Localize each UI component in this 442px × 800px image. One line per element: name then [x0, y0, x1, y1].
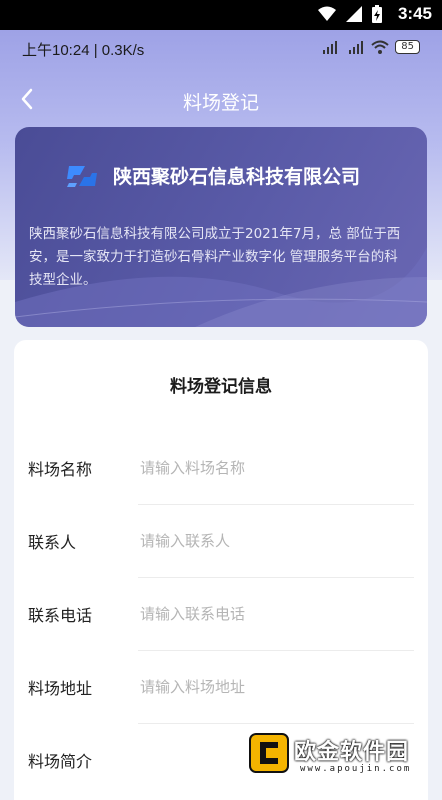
field-label-address: 料场地址 [28, 679, 93, 698]
company-description: 陕西聚砂石信息科技有限公司成立于2021年7月，总 部位于西安，是一家致力于打造… [29, 226, 401, 288]
field-label-intro: 料场简介 [28, 752, 93, 771]
field-row-name: 料场名称 [28, 432, 414, 504]
name-input[interactable] [138, 458, 414, 478]
company-name: 陕西聚砂石信息科技有限公司 [113, 166, 361, 188]
page-title: 料场登记 [182, 92, 259, 114]
field-label-phone: 联系电话 [28, 606, 93, 625]
watermark-logo-icon [249, 733, 289, 773]
hd-signal-icon-2 [349, 41, 364, 54]
signal-icon [346, 6, 362, 22]
field-label-name: 料场名称 [28, 460, 93, 479]
form-title: 料场登记信息 [170, 377, 272, 397]
company-header: 陕西聚砂石信息科技有限公司 [65, 162, 360, 189]
battery-level: 85 [395, 40, 420, 54]
phone-input[interactable] [138, 604, 414, 624]
watermark: 欧金软件园 www.apoujin.com [248, 728, 438, 782]
company-logo-icon [67, 165, 97, 187]
field-row-contact: 联系人 [28, 505, 414, 577]
app-status-icons: 85 [319, 40, 420, 54]
wifi-icon [371, 40, 389, 54]
nav-bar: 料场登记 [0, 80, 442, 120]
field-label-contact: 联系人 [28, 533, 77, 552]
battery-charging-icon [372, 5, 382, 23]
app-status-time: 上午10:24 | 0.3K/s [22, 42, 145, 59]
address-input[interactable] [138, 677, 414, 697]
watermark-url: www.apoujin.com [300, 764, 412, 774]
wifi-icon [318, 6, 336, 21]
watermark-text: 欧金软件园 [294, 740, 410, 765]
contact-input[interactable] [138, 531, 414, 551]
field-row-phone: 联系电话 [28, 578, 414, 650]
system-status-icons [318, 5, 382, 23]
field-row-address: 料场地址 [28, 651, 414, 723]
hd-signal-icon [323, 41, 338, 54]
system-status-bar: 3:45 [0, 0, 442, 30]
company-card: 陕西聚砂石信息科技有限公司 陕西聚砂石信息科技有限公司成立于2021年7月，总 … [15, 127, 427, 327]
system-clock: 3:45 [397, 4, 432, 23]
